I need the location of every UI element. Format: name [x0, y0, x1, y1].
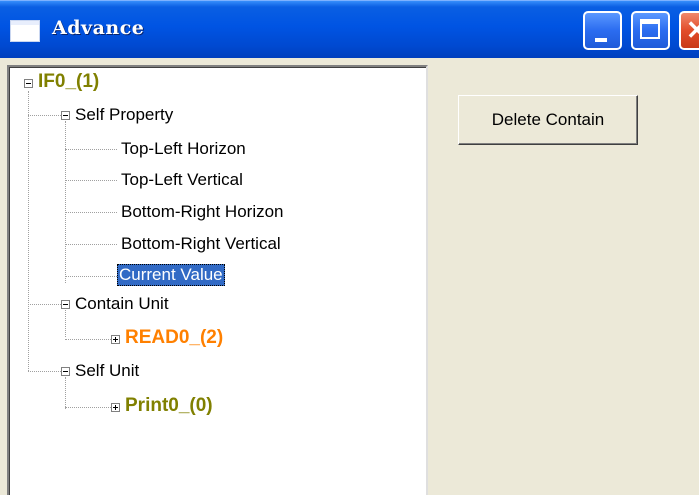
tree-node-top-left-vertical[interactable]: Top-Left Vertical: [119, 169, 245, 191]
tree-node-top-left-horizon[interactable]: Top-Left Horizon: [119, 138, 248, 160]
collapse-icon[interactable]: [24, 79, 33, 88]
tree-node-read0[interactable]: READ0_(2): [123, 327, 225, 349]
tree-connector: [28, 304, 65, 305]
tree-node-root[interactable]: IF0_(1): [36, 71, 101, 93]
tree-connector: [65, 310, 66, 337]
collapse-icon[interactable]: [61, 300, 70, 309]
tree-node-print0[interactable]: Print0_(0): [123, 395, 215, 417]
title-bar[interactable]: Advance ✕: [0, 0, 699, 58]
tree-node-self-unit[interactable]: Self Unit: [73, 360, 141, 382]
tree-connector: [65, 180, 117, 181]
minimize-button[interactable]: [583, 11, 622, 50]
tree-view[interactable]: IF0_(1) Self Property Top-Left Horizon T…: [7, 65, 428, 495]
collapse-icon[interactable]: [61, 111, 70, 120]
maximize-button[interactable]: [631, 11, 670, 50]
tree-node-current-value[interactable]: Current Value: [117, 264, 225, 286]
close-button[interactable]: ✕: [679, 11, 699, 50]
tree-connector: [65, 212, 117, 213]
tree-node-self-property[interactable]: Self Property: [73, 104, 175, 126]
tree-connector: [65, 121, 66, 283]
tree-connector: [28, 91, 29, 371]
close-icon: ✕: [686, 15, 699, 45]
tree-connector: [28, 371, 65, 372]
tree-connector: [65, 407, 115, 408]
window-icon: [10, 20, 40, 42]
collapse-icon[interactable]: [61, 367, 70, 376]
window-title: Advance: [52, 17, 145, 39]
tree-node-bottom-right-vertical[interactable]: Bottom-Right Vertical: [119, 233, 283, 255]
tree-connector: [65, 149, 117, 150]
tree-connector: [65, 339, 115, 340]
tree-node-bottom-right-horizon[interactable]: Bottom-Right Horizon: [119, 201, 286, 223]
expand-icon[interactable]: [111, 335, 120, 344]
tree-connector: [65, 377, 66, 409]
tree-node-contain-unit[interactable]: Contain Unit: [73, 293, 171, 315]
tree-connector: [65, 244, 117, 245]
expand-icon[interactable]: [111, 403, 120, 412]
minimize-icon: [595, 38, 607, 42]
delete-contain-button[interactable]: Delete Contain: [458, 95, 638, 145]
maximize-icon: [640, 19, 660, 39]
tree-connector: [28, 115, 65, 116]
tree-connector: [65, 276, 117, 277]
